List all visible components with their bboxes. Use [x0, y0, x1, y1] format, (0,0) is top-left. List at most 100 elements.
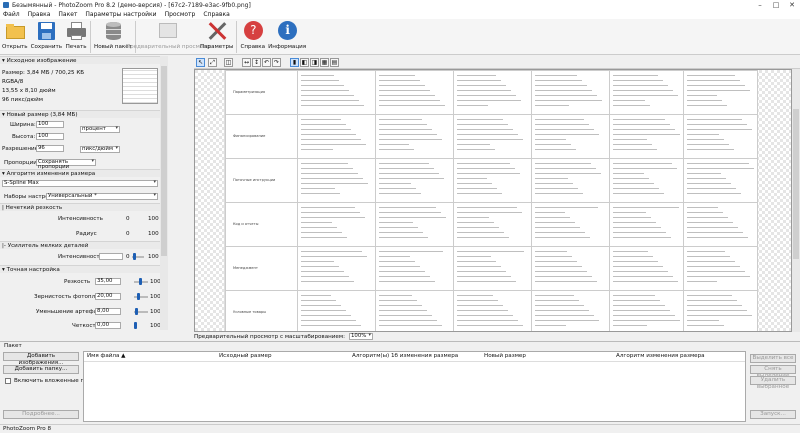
- menu-file[interactable]: Файл: [3, 11, 20, 18]
- preview-scrollbar[interactable]: [792, 69, 800, 332]
- height-label: Высота:: [12, 134, 36, 140]
- image-preview[interactable]: Параметризация Финансирование Поточные инс…: [194, 69, 792, 332]
- col-original-size[interactable]: Исходный размер: [219, 353, 272, 359]
- proportion-select[interactable]: Сохранять пропорции: [36, 159, 96, 170]
- doc-text-line: [457, 212, 522, 213]
- preset-preview-button[interactable]: Предварительный просмотр: [126, 19, 210, 50]
- source-section-header[interactable]: ▾ Исходное изображение: [0, 56, 160, 64]
- apply-button[interactable]: Подробнее...: [3, 410, 79, 419]
- preset-select[interactable]: Универсальный *: [46, 193, 158, 200]
- sharpness-thumb[interactable]: [139, 278, 142, 285]
- doc-text-line: [379, 149, 414, 150]
- doc-text-line: [535, 222, 575, 223]
- save-button[interactable]: Сохранить: [31, 19, 62, 50]
- film-grain-field[interactable]: 20,00: [95, 293, 121, 300]
- params-button[interactable]: Параметры: [200, 19, 233, 50]
- artifacts-thumb[interactable]: [135, 308, 138, 315]
- view-single-button[interactable]: ▮: [290, 58, 299, 67]
- tuning-section-header[interactable]: ▾ Точная настройка: [0, 265, 160, 273]
- settings-scrollbar[interactable]: [160, 56, 168, 330]
- minimize-button[interactable]: –: [752, 0, 768, 10]
- doc-text-line: [301, 251, 362, 252]
- col-filename[interactable]: Имя файла ▲: [87, 353, 125, 359]
- doc-text-line: [535, 315, 594, 316]
- view-grid-button[interactable]: ▤: [330, 58, 339, 67]
- doc-text-line: [687, 75, 735, 76]
- fit-width-button[interactable]: ↔: [242, 58, 251, 67]
- doc-text-line: [613, 305, 665, 306]
- menu-edit[interactable]: Правка: [28, 11, 51, 18]
- menu-help[interactable]: Справка: [203, 11, 229, 18]
- clarity-field[interactable]: 0,00: [95, 322, 121, 329]
- detail-intensity-thumb[interactable]: [133, 253, 136, 260]
- menu-settings[interactable]: Параметры настройки: [85, 11, 156, 18]
- sharp-section-header[interactable]: | Нечеткий резкость: [0, 203, 160, 211]
- detail-intensity-field[interactable]: [99, 253, 123, 260]
- open-button[interactable]: Открыть: [2, 19, 28, 50]
- clarity-thumb[interactable]: [134, 322, 137, 329]
- col-resize-algo[interactable]: Алгоритм изменения размера: [616, 353, 705, 359]
- resolution-field[interactable]: 96: [36, 145, 64, 152]
- tools-icon: [206, 20, 228, 42]
- detail-section-header[interactable]: |- Усилитель мелких деталей: [0, 241, 160, 249]
- crop-tool-button[interactable]: ◫: [224, 58, 233, 67]
- resolution-unit-select[interactable]: пикс/дюйм: [80, 146, 120, 153]
- close-button[interactable]: ✕: [784, 0, 800, 10]
- doc-text-line: [535, 139, 566, 140]
- doc-text-line: [457, 183, 492, 184]
- rotate-left-button[interactable]: ↶: [262, 58, 271, 67]
- doc-text-line: [457, 227, 499, 228]
- print-button[interactable]: Печать: [65, 19, 87, 50]
- info-button[interactable]: i Информация: [268, 19, 306, 50]
- height-field[interactable]: 100: [36, 133, 64, 140]
- doc-text-line: [535, 193, 583, 194]
- doc-text-line: [379, 173, 439, 174]
- view-split-button[interactable]: ◧: [300, 58, 309, 67]
- add-images-button[interactable]: Добавить изображения...: [3, 352, 79, 366]
- menu-view[interactable]: Просмотр: [165, 11, 196, 18]
- doc-text-line: [301, 95, 354, 96]
- include-subfolders-checkbox[interactable]: [5, 378, 11, 384]
- help-button[interactable]: ? Справка: [240, 19, 265, 50]
- doc-text-line: [535, 295, 574, 296]
- settings-scroll-thumb[interactable]: [161, 66, 167, 256]
- doc-text-line: [457, 168, 515, 169]
- film-grain-thumb[interactable]: [137, 293, 140, 300]
- doc-text-line: [379, 232, 423, 233]
- doc-text-line: [301, 271, 344, 272]
- add-folder-button[interactable]: Добавить папку...: [3, 365, 79, 374]
- doc-text-line: [613, 173, 644, 174]
- newsize-section-header[interactable]: ▾ Новый размер (3,84 МБ): [0, 110, 160, 118]
- view-side-button[interactable]: ◨: [310, 58, 319, 67]
- preview-scroll-thumb[interactable]: [793, 109, 799, 259]
- sharpness-field[interactable]: 35,00: [95, 278, 121, 285]
- artifacts-field[interactable]: 8,00: [95, 308, 121, 315]
- algo-section-header[interactable]: ▾ Алгоритм изменения размера: [0, 169, 160, 177]
- status-bar: PhotoZoom Pro 8: [0, 424, 800, 433]
- doc-text-line: [613, 149, 657, 150]
- doc-text-line: [535, 149, 576, 150]
- delete-selected-button[interactable]: Удалить выбранное: [750, 376, 796, 390]
- doc-text-line: [613, 80, 663, 81]
- maximize-button[interactable]: □: [768, 0, 784, 10]
- view-quad-button[interactable]: ▦: [320, 58, 329, 67]
- width-unit-select[interactable]: процент: [80, 126, 120, 133]
- menu-batch[interactable]: Пакет: [58, 11, 77, 18]
- pan-tool-button[interactable]: ↖: [196, 58, 205, 67]
- run-batch-button[interactable]: Запуск...: [750, 410, 796, 419]
- algorithm-select[interactable]: S-Spline Max: [2, 180, 158, 187]
- doc-text-line: [535, 305, 584, 306]
- doc-row-line: [225, 290, 757, 291]
- doc-text-line: [457, 90, 511, 91]
- rotate-right-button[interactable]: ↷: [272, 58, 281, 67]
- col-resize-algo-1b[interactable]: Алгоритм(ы) 1б изменения размера: [352, 353, 458, 359]
- width-field[interactable]: 100: [36, 121, 64, 128]
- deselect-button[interactable]: Снять выделение: [750, 365, 796, 379]
- fit-height-button[interactable]: ↕: [252, 58, 261, 67]
- preview-zoom-select[interactable]: 100%: [348, 333, 373, 340]
- settings-panel: ▾ Исходное изображение Размер: 3,84 МБ /…: [0, 56, 168, 330]
- doc-text-line: [687, 217, 728, 218]
- zoom-tool-button[interactable]: ⤢: [208, 58, 217, 67]
- select-all-button[interactable]: Выделить все: [750, 354, 796, 363]
- col-new-size[interactable]: Новый размер: [484, 353, 526, 359]
